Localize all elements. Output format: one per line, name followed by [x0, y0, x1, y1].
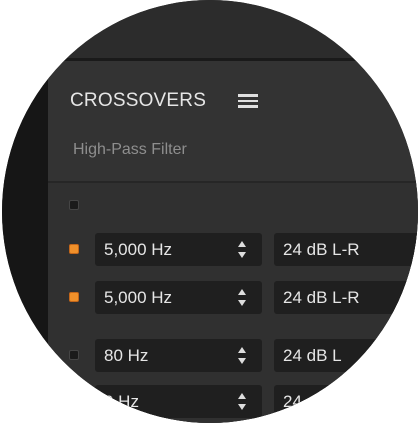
stepper-arrows-icon[interactable]: [238, 289, 247, 306]
row-2-enable-toggle[interactable]: [69, 292, 79, 302]
row-2-frequency-value: 5,000 Hz: [104, 288, 173, 307]
hamburger-menu-icon[interactable]: [238, 94, 258, 108]
zoom-lens-view: CROSSOVERS High-Pass Filter 5,000 Hz 24 …: [2, 0, 418, 423]
stepper-arrows-icon[interactable]: [238, 241, 247, 258]
high-pass-filter-label: High-Pass Filter: [73, 141, 187, 158]
row-2-frequency-stepper[interactable]: 5,000 Hz: [95, 281, 262, 314]
header-toggle-dot[interactable]: [69, 200, 79, 210]
row-3-frequency-value: 80 Hz: [104, 346, 149, 365]
stepper-arrows-icon[interactable]: [238, 393, 247, 410]
row-4-enable-toggle[interactable]: [69, 398, 79, 408]
top-band: [2, 0, 418, 58]
row-3-slope-value: 24 dB L: [283, 346, 342, 365]
row-1-slope-value: 24 dB L-R: [283, 240, 360, 259]
row-3-slope-select[interactable]: 24 dB L: [274, 339, 418, 372]
row-4-slope-value: 24: [283, 392, 302, 411]
row-1-frequency-stepper[interactable]: 5,000 Hz: [95, 233, 262, 266]
row-4-frequency-stepper[interactable]: 0 Hz: [95, 385, 262, 418]
row-1-enable-toggle[interactable]: [69, 244, 79, 254]
row-2-slope-select[interactable]: 24 dB L-R: [274, 281, 418, 314]
row-3-enable-toggle[interactable]: [69, 350, 79, 360]
crossovers-title: CROSSOVERS: [70, 90, 207, 111]
row-4-slope-select[interactable]: 24: [274, 385, 418, 418]
left-strip: [2, 61, 48, 423]
row-2-slope-value: 24 dB L-R: [283, 288, 360, 307]
row-3-frequency-stepper[interactable]: 80 Hz: [95, 339, 262, 372]
stepper-arrows-icon[interactable]: [238, 347, 247, 364]
row-1-slope-select[interactable]: 24 dB L-R: [274, 233, 418, 266]
row-1-frequency-value: 5,000 Hz: [104, 240, 173, 259]
row-4-frequency-value: 0 Hz: [104, 392, 139, 411]
